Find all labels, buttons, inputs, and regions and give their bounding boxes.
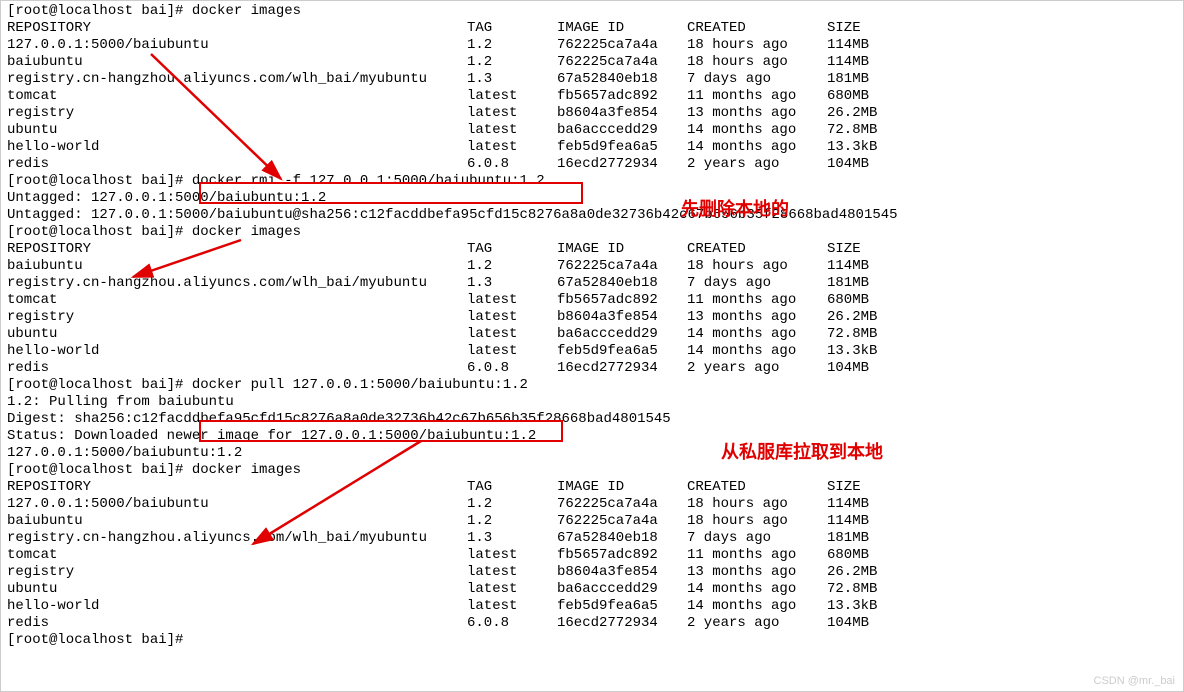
prompt-line: [root@localhost bai]# docker rmi -f 127.…: [7, 173, 1177, 190]
output-line: Status: Downloaded newer image for 127.0…: [7, 428, 1177, 445]
table-header: REPOSITORYTAGIMAGE IDCREATEDSIZE: [7, 20, 1177, 37]
table-row: redis6.0.816ecd27729342 years ago104MB: [7, 360, 1177, 377]
output-line: Untagged: 127.0.0.1:5000/baiubuntu:1.2: [7, 190, 1177, 207]
table-row: registry.cn-hangzhou.aliyuncs.com/wlh_ba…: [7, 530, 1177, 547]
table-row: registrylatestb8604a3fe85413 months ago2…: [7, 105, 1177, 122]
prompt-line: [root@localhost bai]# docker images: [7, 224, 1177, 241]
prompt-line: [root@localhost bai]#: [7, 632, 1177, 649]
table-row: baiubuntu1.2762225ca7a4a18 hours ago114M…: [7, 258, 1177, 275]
command: docker images: [192, 3, 301, 19]
table-header: REPOSITORYTAGIMAGE IDCREATEDSIZE: [7, 479, 1177, 496]
table-row: redis6.0.816ecd27729342 years ago104MB: [7, 156, 1177, 173]
command: docker pull 127.0.0.1:5000/baiubuntu:1.2: [192, 377, 528, 393]
watermark: CSDN @mr._bai: [1094, 675, 1175, 687]
table-header: REPOSITORYTAGIMAGE IDCREATEDSIZE: [7, 241, 1177, 258]
output-line: Untagged: 127.0.0.1:5000/baiubuntu@sha25…: [7, 207, 1177, 224]
output-line: 1.2: Pulling from baiubuntu: [7, 394, 1177, 411]
output-line: Digest: sha256:c12facddbefa95cfd15c8276a…: [7, 411, 1177, 428]
terminal-output[interactable]: [root@localhost bai]# docker images REPO…: [1, 1, 1183, 651]
table-row: 127.0.0.1:5000/baiubuntu1.2762225ca7a4a1…: [7, 496, 1177, 513]
table-row: tomcatlatestfb5657adc89211 months ago680…: [7, 547, 1177, 564]
table-row: 127.0.0.1:5000/baiubuntu1.2762225ca7a4a1…: [7, 37, 1177, 54]
table-row: tomcatlatestfb5657adc89211 months ago680…: [7, 292, 1177, 309]
output-line: 127.0.0.1:5000/baiubuntu:1.2: [7, 445, 1177, 462]
table-row: registrylatestb8604a3fe85413 months ago2…: [7, 564, 1177, 581]
table-row: hello-worldlatestfeb5d9fea6a514 months a…: [7, 139, 1177, 156]
prompt-line: [root@localhost bai]# docker pull 127.0.…: [7, 377, 1177, 394]
command: docker images: [192, 224, 301, 240]
command: docker images: [192, 462, 301, 478]
table-row: baiubuntu1.2762225ca7a4a18 hours ago114M…: [7, 54, 1177, 71]
table-row: registry.cn-hangzhou.aliyuncs.com/wlh_ba…: [7, 71, 1177, 88]
table-row: hello-worldlatestfeb5d9fea6a514 months a…: [7, 598, 1177, 615]
table-row: ubuntulatestba6acccedd2914 months ago72.…: [7, 581, 1177, 598]
prompt-line: [root@localhost bai]# docker images: [7, 462, 1177, 479]
table-row: hello-worldlatestfeb5d9fea6a514 months a…: [7, 343, 1177, 360]
table-row: tomcatlatestfb5657adc89211 months ago680…: [7, 88, 1177, 105]
table-row: registry.cn-hangzhou.aliyuncs.com/wlh_ba…: [7, 275, 1177, 292]
table-row: baiubuntu1.2762225ca7a4a18 hours ago114M…: [7, 513, 1177, 530]
table-row: registrylatestb8604a3fe85413 months ago2…: [7, 309, 1177, 326]
prompt-line: [root@localhost bai]# docker images: [7, 3, 1177, 20]
table-row: ubuntulatestba6acccedd2914 months ago72.…: [7, 326, 1177, 343]
table-row: redis6.0.816ecd27729342 years ago104MB: [7, 615, 1177, 632]
table-row: ubuntulatestba6acccedd2914 months ago72.…: [7, 122, 1177, 139]
command: docker rmi -f 127.0.0.1:5000/baiubuntu:1…: [192, 173, 545, 189]
